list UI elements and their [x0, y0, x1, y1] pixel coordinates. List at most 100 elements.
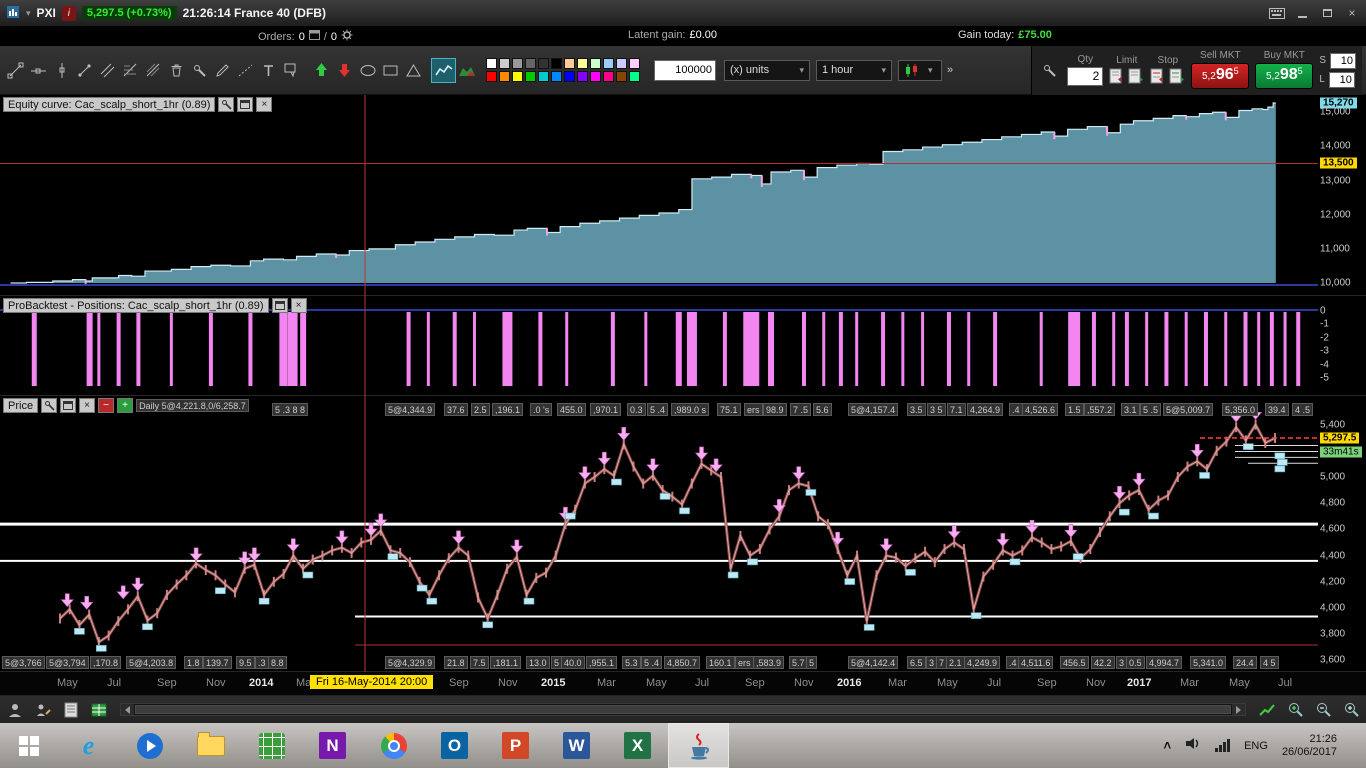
start-button[interactable] [0, 723, 58, 768]
taskbar-app-media-player[interactable] [119, 723, 180, 768]
toolbar-overflow-chevron[interactable]: » [947, 64, 953, 76]
tray-expand-caret-icon[interactable]: ˄ [1164, 738, 1172, 753]
tool-parallel-lines-icon[interactable] [96, 59, 119, 82]
taskbar-app-file-explorer[interactable] [180, 723, 241, 768]
tool-trendline-icon[interactable] [4, 59, 27, 82]
equity-maximize-icon[interactable] [237, 97, 254, 112]
watchlist-table-icon[interactable] [88, 700, 110, 720]
taskbar-app-word[interactable]: W [546, 723, 607, 768]
price-close-icon[interactable]: × [79, 398, 96, 413]
color-swatch[interactable] [577, 70, 588, 82]
scrollbar-thumb[interactable] [135, 705, 1231, 714]
taskbar-app-onenote[interactable]: N [302, 723, 363, 768]
color-swatch[interactable] [564, 57, 575, 69]
orders-window-icon[interactable] [308, 30, 320, 43]
equity-chart[interactable] [0, 95, 1318, 296]
limit-buy-order-icon[interactable] [1128, 68, 1144, 85]
network-signal-icon[interactable] [1215, 739, 1231, 752]
tool-vline-icon[interactable] [50, 59, 73, 82]
minimize-button[interactable] [1294, 6, 1310, 21]
scroll-left-arrow[interactable] [121, 704, 134, 715]
add-indicator-icon[interactable]: + [117, 398, 134, 413]
scroll-right-arrow[interactable] [1232, 704, 1245, 715]
color-swatch[interactable] [551, 70, 562, 82]
color-swatch[interactable] [616, 57, 627, 69]
taskbar-app-green-grid-app[interactable] [241, 723, 302, 768]
keyboard-icon[interactable] [1269, 6, 1285, 21]
taskbar-app-chrome[interactable] [363, 723, 424, 768]
info-badge-icon[interactable]: i [61, 5, 76, 21]
price-chart[interactable] [0, 396, 1318, 672]
tool-delete-icon[interactable] [165, 59, 188, 82]
color-swatch[interactable] [577, 57, 588, 69]
color-swatch[interactable] [525, 57, 536, 69]
taskbar-app-powerpoint[interactable]: P [485, 723, 546, 768]
stop-buy-order-icon[interactable] [1169, 68, 1185, 85]
tool-rectangle-icon[interactable] [379, 59, 402, 82]
tool-text-icon[interactable] [257, 59, 280, 82]
user-edit-icon[interactable] [32, 700, 54, 720]
chartmode-line-icon[interactable] [431, 57, 456, 83]
color-swatch[interactable] [590, 57, 601, 69]
zoom-in-icon[interactable] [1340, 700, 1362, 720]
tool-arrow-up-icon[interactable] [310, 59, 333, 82]
zoom-out-icon[interactable] [1312, 700, 1334, 720]
tool-settings-icon[interactable] [188, 59, 211, 82]
auto-scale-chart-icon[interactable] [1256, 700, 1278, 720]
color-swatch[interactable] [603, 70, 614, 82]
chartmode-area-icon[interactable] [455, 59, 478, 82]
buy-mkt-button[interactable]: 5,2 98 5 [1255, 63, 1314, 89]
color-swatch[interactable] [629, 57, 640, 69]
positions-maximize-icon[interactable] [271, 298, 288, 313]
horizontal-scrollbar[interactable] [120, 703, 1246, 716]
limit-sell-order-icon[interactable] [1109, 68, 1125, 85]
taskbar-app-outlook[interactable]: O [424, 723, 485, 768]
color-swatch[interactable] [512, 57, 523, 69]
tool-triangle-icon[interactable] [402, 59, 425, 82]
equity-settings-wrench-icon[interactable] [218, 97, 235, 112]
taskbar-app-ie[interactable]: e [58, 723, 119, 768]
price-settings-wrench-icon[interactable] [41, 398, 58, 413]
orders-settings-gear-icon[interactable] [341, 29, 353, 44]
tool-arrow-down-icon[interactable] [333, 59, 356, 82]
color-swatch[interactable] [486, 57, 497, 69]
order-qty-input[interactable] [1067, 66, 1104, 86]
sell-mkt-button[interactable]: 5,2 96 5 [1191, 63, 1250, 89]
color-swatch[interactable] [564, 70, 575, 82]
language-indicator[interactable]: ENG [1244, 740, 1268, 752]
equity-panel-title-chip[interactable]: Equity curve: Cac_scalp_short_1hr (0.89) [3, 97, 216, 112]
tool-segment-icon[interactable] [73, 59, 96, 82]
instrument-dropdown-caret[interactable]: ▾ [26, 8, 31, 19]
order-settings-wrench-icon[interactable] [1038, 59, 1061, 82]
limit-size-field[interactable]: 10 [1328, 71, 1355, 88]
tool-hline-icon[interactable] [27, 59, 50, 82]
price-maximize-icon[interactable] [60, 398, 77, 413]
color-swatch[interactable] [616, 70, 627, 82]
report-list-icon[interactable] [60, 700, 82, 720]
units-dropdown[interactable]: (x) units ▾ [724, 59, 810, 81]
color-swatch[interactable] [538, 57, 549, 69]
timeframe-dropdown[interactable]: 1 hour ▾ [816, 59, 892, 81]
tool-pencil-icon[interactable] [211, 59, 234, 82]
color-swatch[interactable] [525, 70, 536, 82]
color-swatch[interactable] [499, 70, 510, 82]
chart-style-dropdown[interactable]: ▾ [898, 59, 942, 81]
taskbar-clock[interactable]: 21:26 26/06/2017 [1282, 733, 1337, 759]
tool-ellipse-icon[interactable] [356, 59, 379, 82]
remove-indicator-icon[interactable]: − [98, 398, 115, 413]
taskbar-app-excel[interactable]: X [607, 723, 668, 768]
tool-dotted-line-icon[interactable] [234, 59, 257, 82]
color-swatch[interactable] [551, 57, 562, 69]
color-swatch[interactable] [590, 70, 601, 82]
tool-callout-icon[interactable] [280, 59, 303, 82]
close-button[interactable]: × [1344, 6, 1360, 21]
color-swatch[interactable] [486, 70, 497, 82]
account-user-icon[interactable] [4, 700, 26, 720]
positions-panel-title-chip[interactable]: ProBacktest - Positions: Cac_scalp_short… [3, 298, 269, 313]
volume-icon[interactable] [1185, 737, 1201, 755]
color-swatch[interactable] [499, 57, 510, 69]
color-swatch[interactable] [512, 70, 523, 82]
stop-size-field[interactable]: 10 [1330, 52, 1356, 69]
positions-close-icon[interactable]: × [290, 298, 307, 313]
tool-pitchfork-icon[interactable] [142, 59, 165, 82]
